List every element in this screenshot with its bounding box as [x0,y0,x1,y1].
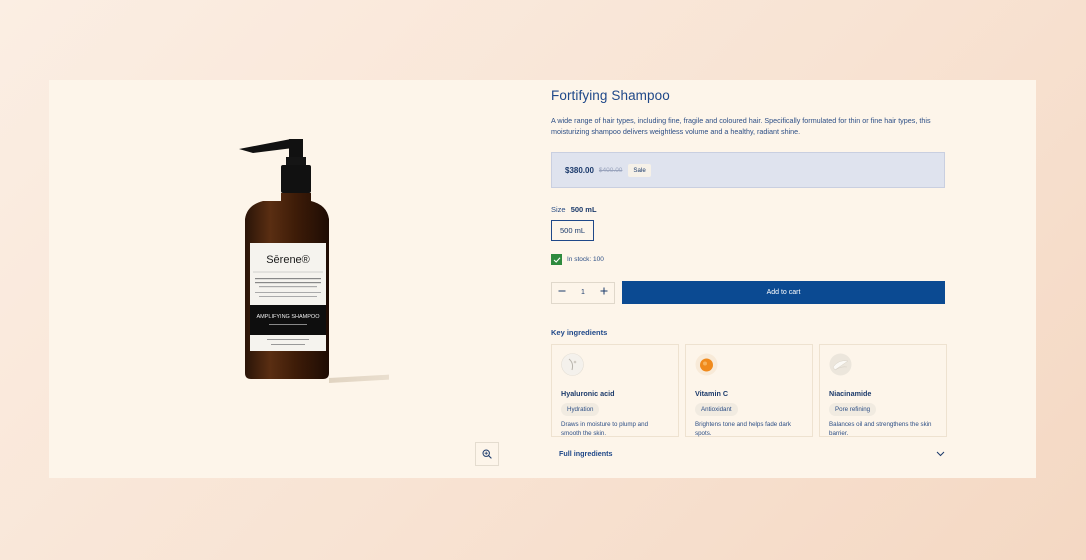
ingredient-tag: Pore refining [829,403,877,416]
hyaluronic-icon [561,353,584,376]
stock-text: In stock: 100 [567,256,604,263]
size-label-row: Size 500 mL [551,205,947,214]
ingredient-tag: Hydration [561,403,600,416]
add-to-cart-button[interactable]: Add to cart [622,281,945,304]
price-box: $380.00 $400.00 Sale [551,152,945,188]
ingredient-description: Brightens tone and helps fade dark spots… [695,421,791,437]
stock-status: In stock: 100 [551,254,947,265]
ingredient-name: Niacinamide [829,389,872,398]
product-info: Fortifying Shampoo A wide range of hair … [551,80,947,458]
minus-icon [558,290,566,292]
sale-badge: Sale [628,163,651,177]
niacinamide-icon [829,353,852,376]
size-option-500ml[interactable]: 500 mL [551,220,595,241]
checkmark-icon [551,254,562,265]
ingredient-card: Vitamin C Antioxidant Brightens tone and… [685,344,813,437]
ingredient-description: Draws in moisture to plump and smooth th… [561,421,649,437]
chevron-down-icon [936,451,945,456]
cart-row: 1 Add to cart [551,281,947,304]
zoom-in-icon [482,449,492,459]
bottle-brand: Sērene® [266,254,310,266]
compare-price: $400.00 [598,166,623,174]
product-media: Sērene® AMPLIFYING SHAMPOO [49,80,539,478]
plus-icon [600,287,608,295]
bottle-product-name: AMPLIFYING SHAMPOO [257,314,321,320]
increase-quantity-button[interactable] [600,287,608,298]
key-ingredients-grid: Hyaluronic acid Hydration Draws in moist… [551,344,947,437]
size-label: Size [551,205,566,214]
ingredient-description: Balances oil and strengthens the skin ba… [829,421,932,437]
key-ingredients-title: Key ingredients [551,328,608,337]
quantity-stepper: 1 [551,281,615,304]
vitamin-c-icon [695,353,718,376]
full-ingredients-toggle[interactable]: Full ingredients [551,449,945,458]
ingredient-name: Vitamin C [695,389,729,398]
ingredient-tag: Antioxidant [695,403,738,416]
ingredient-card: Hyaluronic acid Hydration Draws in moist… [551,344,679,437]
selected-size: 500 mL [570,205,597,214]
zoom-button[interactable] [475,442,499,466]
product-description: A wide range of hair types, including fi… [551,116,931,136]
ingredient-name: Hyaluronic acid [561,389,615,398]
product-title: Fortifying Shampoo [551,88,670,103]
product-card: Sērene® AMPLIFYING SHAMPOO Fortifying Sh… [49,80,1036,478]
price: $380.00 [565,165,594,175]
full-ingredients-label: Full ingredients [559,449,613,458]
decrease-quantity-button[interactable] [558,287,566,298]
quantity-value[interactable]: 1 [581,289,585,296]
ingredient-card: Niacinamide Pore refining Balances oil a… [819,344,947,437]
product-image: Sērene® AMPLIFYING SHAMPOO [239,139,389,383]
